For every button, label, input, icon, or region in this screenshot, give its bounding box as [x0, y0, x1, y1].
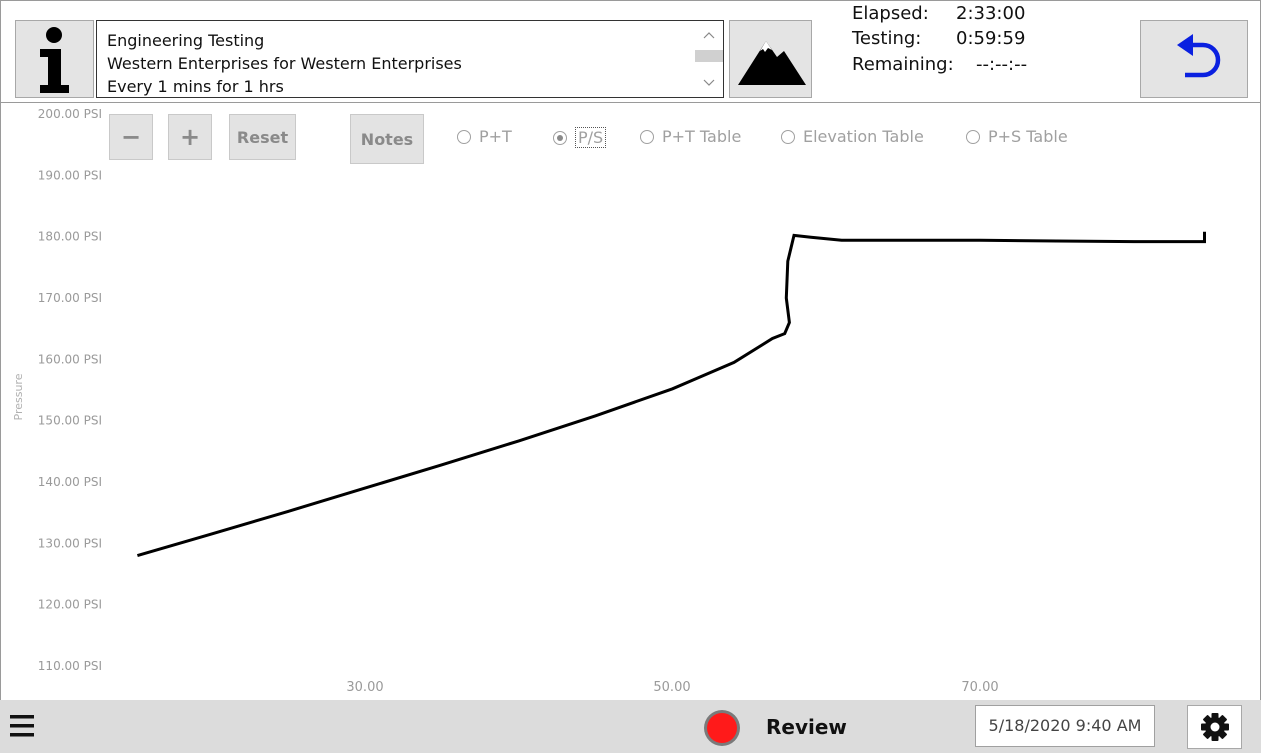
radio-label: P+S Table	[988, 127, 1068, 146]
y-tick-label: 180.00 PSI	[38, 230, 102, 244]
pressure-chart[interactable]: 200.00 PSI 190.00 PSI 180.00 PSI 170.00 PSI…	[0, 104, 1261, 700]
y-tick-label: 200.00 PSI	[38, 107, 102, 121]
datetime-display[interactable]: 5/18/2020 9:40 AM	[975, 705, 1155, 747]
test-customer: Western Enterprises for Western Enterpri…	[107, 54, 462, 73]
y-tick-label: 170.00 PSI	[38, 291, 102, 305]
radio-p-t[interactable]: P+T	[457, 127, 512, 146]
remaining-value: --:--:--	[976, 54, 1028, 75]
x-axis-ticks: 30.00 50.00 70.00	[346, 680, 998, 695]
y-axis-ticks: 200.00 PSI 190.00 PSI 180.00 PSI 170.00 PSI…	[38, 107, 102, 673]
undo-arrow-icon	[1177, 34, 1221, 78]
x-tick-label: 70.00	[961, 680, 998, 695]
zoom-in-button[interactable]: +	[168, 114, 212, 160]
elevation-button[interactable]	[729, 20, 812, 98]
hamburger-menu-icon	[10, 715, 34, 737]
radio-label: P/S	[575, 127, 607, 148]
info-button[interactable]	[15, 20, 94, 98]
series-line	[136, 231, 1206, 558]
y-tick-label: 110.00 PSI	[38, 659, 102, 673]
radio-p-s-table[interactable]: P+S Table	[966, 127, 1068, 146]
scroll-thumb	[695, 50, 723, 62]
radio-circle	[966, 129, 980, 144]
radio-circle	[457, 129, 471, 144]
status-label: Review	[766, 715, 847, 739]
scroll-up-icon	[703, 32, 715, 39]
mountain-icon	[738, 41, 806, 85]
scroll-down-icon	[703, 79, 715, 86]
reset-button[interactable]: Reset	[229, 114, 296, 160]
y-tick-label: 130.00 PSI	[38, 536, 102, 550]
elapsed-label: Elapsed:	[852, 3, 929, 24]
header-bar: Engineering Testing Western Enterprises …	[0, 0, 1261, 103]
y-tick-label: 120.00 PSI	[38, 598, 102, 612]
gear-icon	[1201, 713, 1229, 741]
testing-value: 0:59:59	[956, 28, 1026, 49]
test-info-box[interactable]: Engineering Testing Western Enterprises …	[96, 20, 724, 98]
radio-circle	[640, 129, 654, 144]
zoom-out-button[interactable]: −	[109, 114, 153, 160]
test-schedule: Every 1 mins for 1 hrs	[107, 77, 284, 96]
y-axis-label: Pressure	[12, 373, 25, 420]
y-tick-label: 150.00 PSI	[38, 414, 102, 428]
y-tick-label: 140.00 PSI	[38, 475, 102, 489]
y-tick-label: 190.00 PSI	[38, 168, 102, 182]
x-tick-label: 50.00	[653, 680, 690, 695]
radio-elevation-table[interactable]: Elevation Table	[781, 127, 924, 146]
info-scrollbar[interactable]	[695, 21, 723, 97]
radio-p-s[interactable]: P/S	[553, 127, 607, 148]
remaining-label: Remaining:	[852, 54, 954, 75]
radio-circle-selected	[553, 130, 567, 145]
footer-bar: Review 5/18/2020 9:40 AM	[0, 700, 1261, 753]
radio-p-t-table[interactable]: P+T Table	[640, 127, 741, 146]
header-divider	[0, 102, 1261, 103]
back-button[interactable]	[1140, 20, 1248, 98]
radio-circle	[781, 129, 795, 144]
status-indicator-icon	[704, 710, 740, 746]
radio-label: P+T	[479, 127, 512, 146]
notes-button[interactable]: Notes	[350, 114, 424, 164]
top-border	[0, 0, 1261, 1]
chart-svg: 200.00 PSI 190.00 PSI 180.00 PSI 170.00 PSI…	[12, 107, 1206, 695]
menu-button[interactable]	[8, 710, 38, 742]
radio-label: Elevation Table	[803, 127, 924, 146]
radio-label: P+T Table	[662, 127, 742, 146]
info-icon	[40, 27, 69, 93]
test-title: Engineering Testing	[107, 31, 265, 50]
elapsed-value: 2:33:00	[956, 3, 1026, 24]
y-tick-label: 160.00 PSI	[38, 352, 102, 366]
testing-label: Testing:	[852, 28, 922, 49]
x-tick-label: 30.00	[346, 680, 383, 695]
settings-button[interactable]	[1187, 705, 1242, 749]
